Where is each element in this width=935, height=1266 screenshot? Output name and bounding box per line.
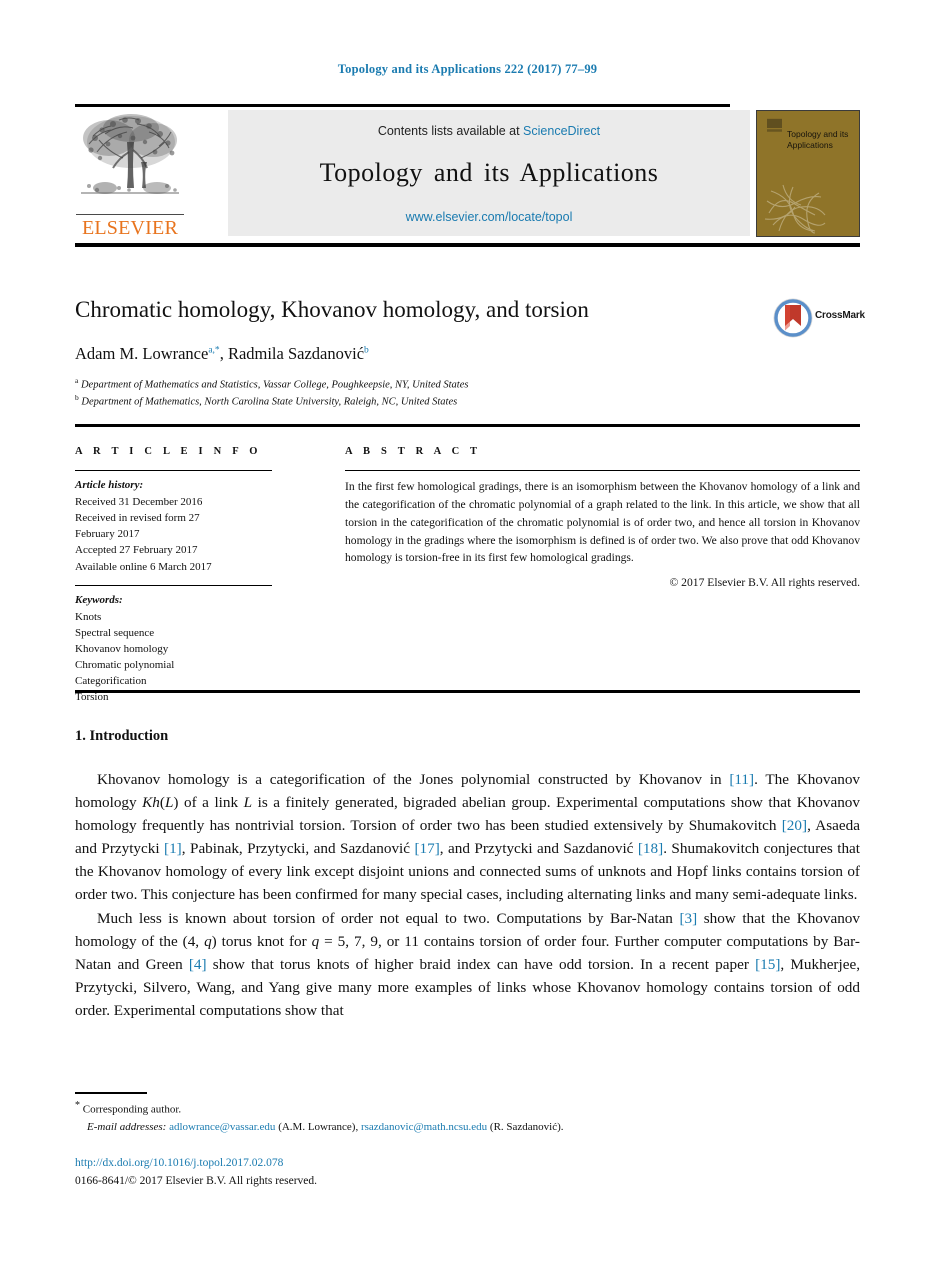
article-info-rule [75, 470, 272, 472]
email-link-sazdanovic[interactable]: rsazdanovic@math.ncsu.edu [361, 1121, 487, 1133]
info-section-top-rule [75, 424, 860, 427]
email-addresses-line: E-mail addresses: adlowrance@vassar.edu … [75, 1119, 860, 1136]
keyword-item: Chromatic polynomial [75, 659, 175, 672]
affiliations: a Department of Mathematics and Statisti… [75, 376, 775, 411]
keyword-item: Spectral sequence [75, 626, 155, 639]
info-section-bottom-rule [75, 690, 860, 693]
footnotes: * Corresponding author. E-mail addresses… [75, 1098, 860, 1136]
body-text: Khovanov homology is a categorification … [75, 768, 860, 1022]
email-owner-lowrance: (A.M. Lowrance), [278, 1120, 359, 1133]
email-label: E-mail addresses: [87, 1120, 167, 1133]
affiliation-marker-b: b [75, 393, 79, 403]
author-list: Adam M. Lowrancea,*, Radmila Sazdanovićb [75, 344, 369, 363]
keywords-label: Keywords: [75, 594, 123, 607]
abstract-copyright: © 2017 Elsevier B.V. All rights reserved… [669, 576, 860, 590]
sciencedirect-link[interactable]: ScienceDirect [523, 124, 600, 138]
paragraph: Khovanov homology is a categorification … [75, 771, 861, 904]
history-line: Received 31 December 2016 [75, 495, 203, 508]
crossmark-icon [773, 298, 813, 338]
journal-title: Topology and its Applications [319, 158, 659, 187]
crossmark-badge[interactable]: CrossMark [773, 298, 865, 338]
contents-prefix: Contents lists available at [377, 124, 524, 138]
cover-elsevier-icon [767, 118, 782, 132]
cover-title: Topology and its Applications [787, 129, 849, 151]
abstract-heading: A B S T R A C T [345, 446, 482, 457]
corresponding-author-note: * Corresponding author. [75, 1098, 860, 1119]
article-info-column: Article history: Received 31 December 20… [75, 470, 275, 706]
corresponding-text: Corresponding author. [82, 1103, 182, 1116]
elsevier-logo: ELSEVIER [75, 108, 185, 240]
history-line: Available online 6 March 2017 [75, 560, 212, 573]
email-link-lowrance[interactable]: adlowrance@vassar.edu [169, 1121, 275, 1133]
keyword-item: Knots [75, 610, 102, 623]
corresponding-marker: * [75, 1100, 80, 1111]
paragraph: Much less is known about torsion of orde… [75, 909, 860, 1019]
elsevier-logo-rule [76, 213, 184, 215]
affiliation-marker-a: a [75, 376, 79, 385]
affiliation-b: b Department of Mathematics, North Carol… [75, 393, 775, 410]
doi-link[interactable]: http://dx.doi.org/10.1016/j.topol.2017.0… [75, 1155, 860, 1173]
abstract-column: In the first few homological gradings, t… [345, 470, 860, 589]
journal-cover-thumbnail[interactable]: Topology and its Applications [756, 110, 860, 237]
history-line: Accepted 27 February 2017 [75, 544, 198, 557]
page-title: Chromatic homology, Khovanov homology, a… [75, 297, 589, 322]
history-line: February 2017 [75, 528, 140, 541]
affiliation-a: a Department of Mathematics and Statisti… [75, 376, 775, 393]
paper-page: Topology and its Applications 222 (2017)… [0, 0, 935, 1266]
masthead-banner: Contents lists available at ScienceDirec… [228, 110, 750, 236]
imprint-block: http://dx.doi.org/10.1016/j.topol.2017.0… [75, 1155, 860, 1191]
keyword-item: Categorification [75, 675, 147, 688]
cover-knot-artwork [764, 184, 826, 234]
journal-masthead: ELSEVIER Contents lists available at Sci… [75, 108, 860, 240]
crossmark-label: CrossMark [815, 310, 865, 321]
footnote-rule [75, 1092, 147, 1094]
journal-url-link[interactable]: www.elsevier.com/locate/topol [228, 210, 750, 224]
article-info-heading: A R T I C L E I N F O [75, 446, 262, 457]
running-head: Topology and its Applications 222 (2017)… [337, 62, 598, 76]
keyword-item: Khovanov homology [75, 642, 169, 655]
history-line: Received in revised form 27 [75, 512, 200, 525]
elsevier-wordmark: ELSEVIER [81, 217, 179, 239]
abstract-rule [345, 470, 860, 472]
article-history-label: Article history: [75, 479, 144, 492]
keywords-block: Keywords: Knots Spectral sequence Khovan… [75, 584, 275, 706]
affiliation-a-text: Department of Mathematics and Statistics… [80, 379, 469, 391]
contents-lists-line: Contents lists available at ScienceDirec… [228, 124, 750, 138]
email-owner-sazdanovic: (R. Sazdanović). [489, 1120, 564, 1133]
abstract-text: In the first few homological gradings, t… [345, 480, 860, 565]
keywords-rule [75, 584, 272, 587]
affiliation-b-text: Department of Mathematics, North Carolin… [81, 396, 458, 408]
section-heading-introduction: 1. Introduction [75, 728, 169, 744]
masthead-top-rule [75, 104, 730, 107]
elsevier-tree-icon [81, 114, 179, 194]
masthead-bottom-rule [75, 243, 860, 247]
issn-copyright: 0166-8641/© 2017 Elsevier B.V. All right… [75, 1174, 318, 1187]
